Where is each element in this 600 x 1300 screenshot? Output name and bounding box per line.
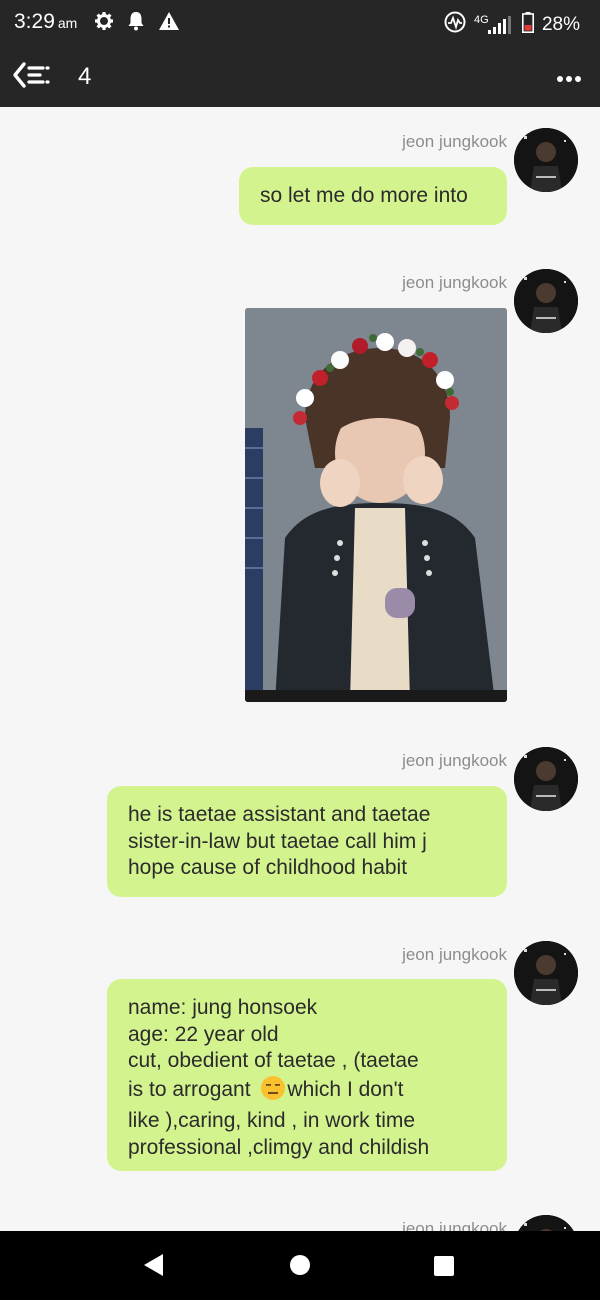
message-line: professional ,climgy and childish <box>128 1135 430 1159</box>
message-line: like ),caring, kind , in work time <box>128 1109 416 1132</box>
expressionless-face-emoji <box>260 1075 286 1109</box>
sender-name: jeon jungkook <box>402 751 507 770</box>
signal-icon: 4G <box>474 14 514 36</box>
status-time-value: 3:29 <box>14 10 55 33</box>
message-line: which I don't <box>287 1077 404 1101</box>
avatar[interactable] <box>514 269 578 333</box>
app-toolbar: 4 <box>0 46 600 107</box>
recents-square-icon[interactable] <box>433 1255 455 1282</box>
chat-area[interactable]: jeon jungkook so let me do more into jeo… <box>0 107 600 1231</box>
message-bubble[interactable]: name: jung honsoek age: 22 year old cut,… <box>107 979 507 1171</box>
sender-name: jeon jungkook <box>402 1219 507 1231</box>
more-options-icon[interactable] <box>556 70 582 88</box>
message-line-with-emoji: is to arrogant which I don't <box>128 1075 486 1109</box>
message-line: he is taetae assistant and taetae <box>128 803 431 826</box>
battery-icon <box>521 11 534 39</box>
hotspot-icon <box>444 11 466 39</box>
sender-name: jeon jungkook <box>402 132 507 151</box>
avatar[interactable] <box>514 128 578 192</box>
avatar[interactable] <box>514 941 578 1005</box>
home-circle-icon[interactable] <box>289 1254 311 1281</box>
message-text: so let me do more into <box>260 184 468 207</box>
avatar[interactable] <box>514 747 578 811</box>
message-line: cut, obedient of taetae , (taetae <box>128 1049 419 1072</box>
back-triangle-icon[interactable] <box>143 1253 165 1282</box>
network-type: 4G <box>473 14 489 26</box>
message-line: hope cause of childhood habit <box>128 856 408 879</box>
sender-name: jeon jungkook <box>402 273 507 292</box>
warning-icon <box>158 11 180 36</box>
message-line: name: jung honsoek <box>128 996 318 1019</box>
avatar[interactable] <box>514 1215 578 1231</box>
system-nav-bar <box>0 1231 600 1300</box>
settings-icon <box>94 11 114 36</box>
notification-bell-icon <box>127 11 145 36</box>
message-bubble[interactable]: so let me do more into <box>239 167 507 225</box>
status-bar: 3:29 am 4G 28% <box>0 0 600 46</box>
battery-percent: 28% <box>541 14 580 35</box>
toolbar-count: 4 <box>78 63 92 90</box>
status-time: 3:29 am <box>14 10 77 34</box>
message-bubble[interactable]: he is taetae assistant and taetae sister… <box>107 786 507 897</box>
message-line: is to arrogant <box>128 1077 251 1101</box>
message-photo[interactable] <box>245 308 507 702</box>
sender-name: jeon jungkook <box>402 945 507 964</box>
back-list-icon[interactable] <box>12 60 52 95</box>
message-line: age: 22 year old <box>128 1022 279 1046</box>
message-line: sister-in-law but taetae call him j <box>128 829 427 853</box>
status-ampm: am <box>57 15 78 31</box>
